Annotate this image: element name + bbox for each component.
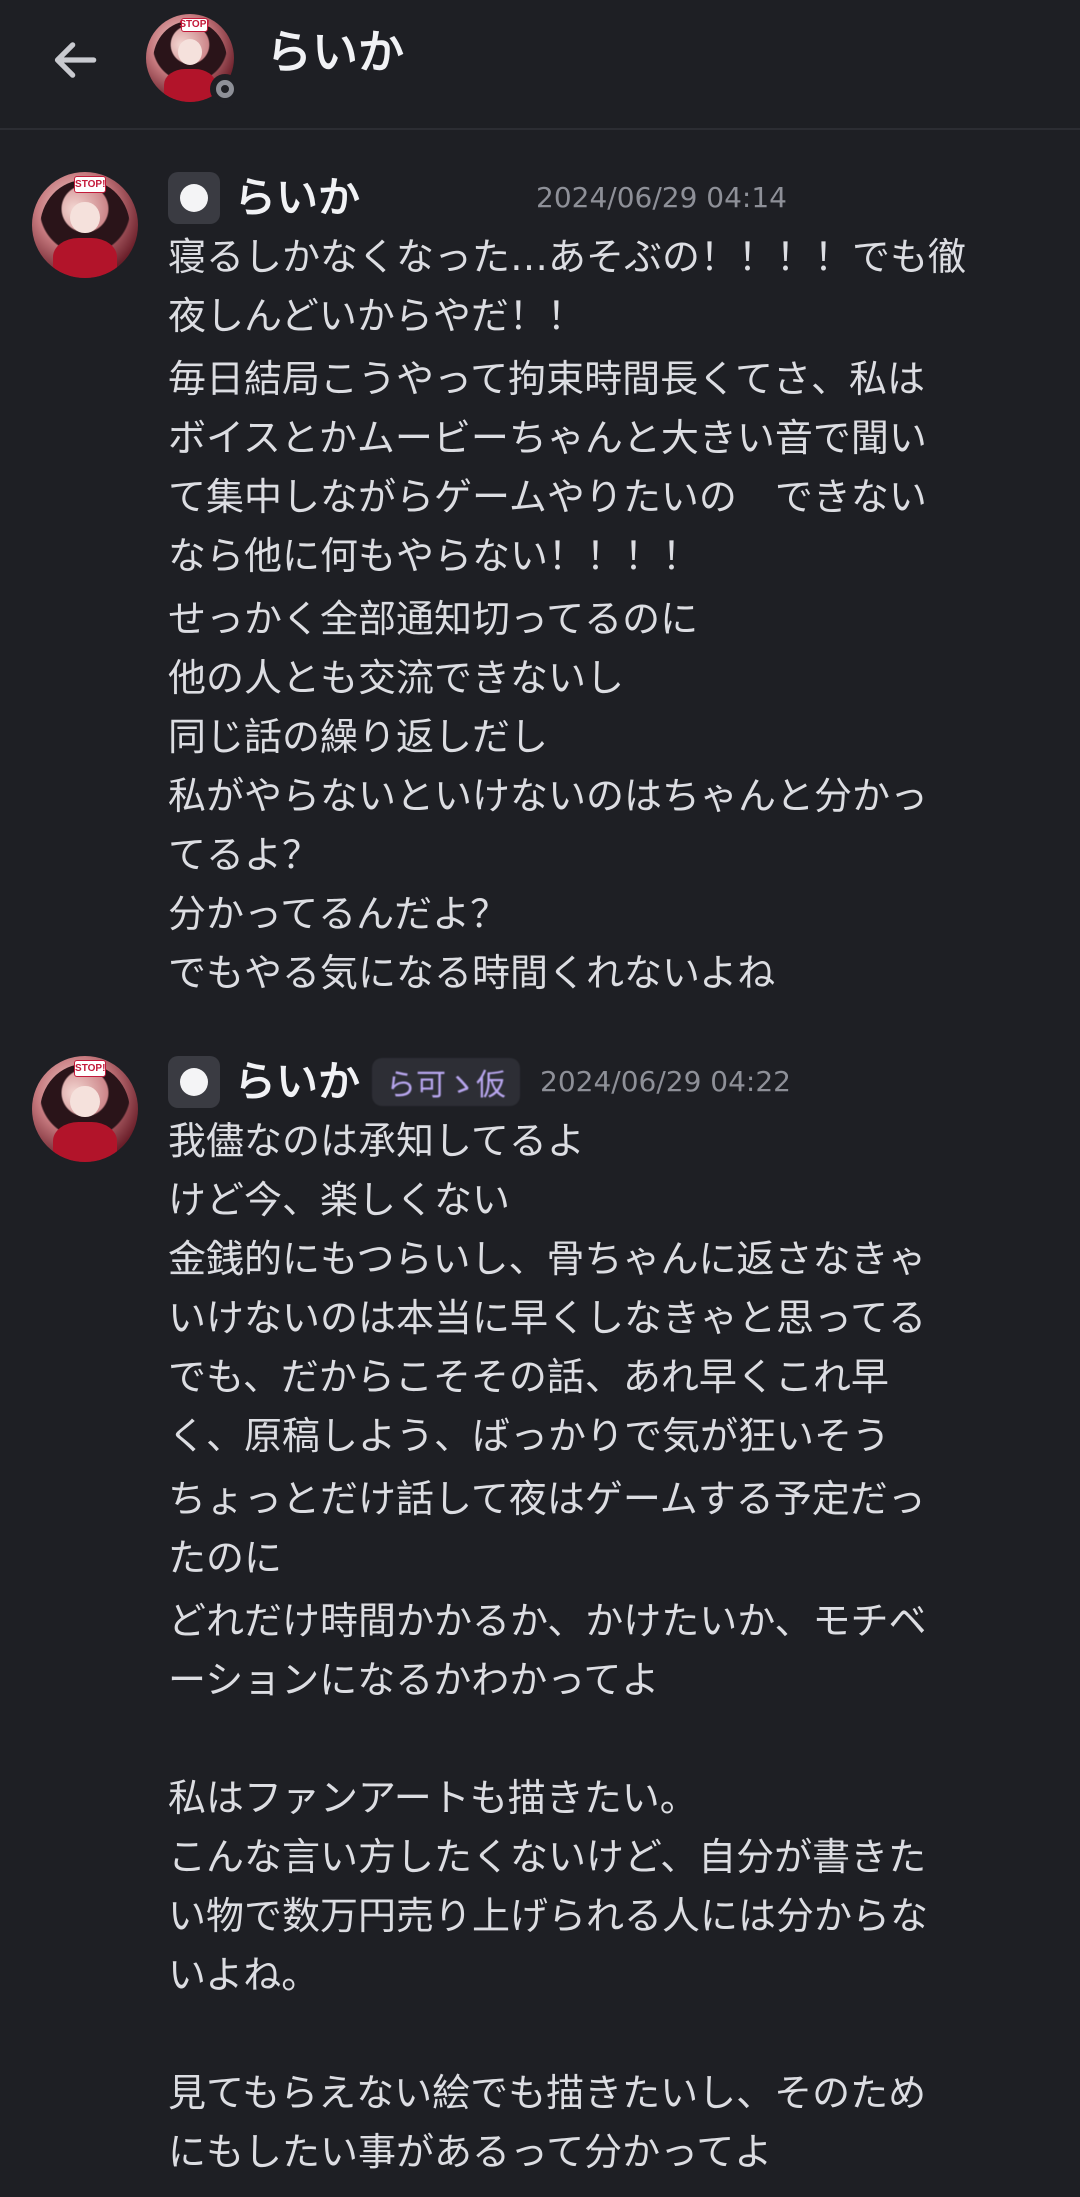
header-avatar[interactable]: STOP! — [146, 14, 240, 104]
role-icon — [168, 172, 220, 224]
arrow-left-icon — [54, 42, 97, 78]
message-avatar[interactable]: STOP! — [32, 172, 138, 278]
role-icon — [168, 1056, 220, 1108]
avatar: STOP! — [32, 1056, 138, 1162]
message-content: 寝るしかなくなった…あそぶの！！！！でも徹 夜しんどいからやだ！！ 毎日結局こう… — [168, 228, 1048, 1007]
chat-header: STOP! らいか — [0, 0, 1080, 130]
message-text: 我儘なのは承知してるよ けど今、楽しくない 金銭的にもつらいし、骨ちゃんに返さな… — [168, 1119, 927, 1458]
author-name[interactable]: らいか — [234, 1052, 360, 1112]
channel-title[interactable]: らいか — [266, 22, 404, 82]
message-header: らいか 2024/06/29 04:14 — [168, 168, 787, 228]
avatar: STOP! — [32, 172, 138, 278]
message-content: 我儘なのは承知してるよ けど今、楽しくない 金銭的にもつらいし、骨ちゃんに返さな… — [168, 1112, 1048, 2186]
message-text: 毎日結局こうやって拘束時間長くてさ、私は ボイスとかムービーちゃんと大きい音で聞… — [168, 357, 927, 578]
author-name[interactable]: らいか — [234, 168, 360, 228]
message-avatar[interactable]: STOP! — [32, 1056, 138, 1162]
user-tag[interactable]: ら可ゝ仮 — [372, 1058, 521, 1106]
message-text: ちょっとだけ話して夜はゲームする予定だっ たのに — [168, 1477, 926, 1580]
message-timestamp: 2024/06/29 04:22 — [540, 1065, 791, 1098]
message-text: 寝るしかなくなった…あそぶの！！！！でも徹 夜しんどいからやだ！！ — [168, 235, 967, 338]
back-button[interactable] — [40, 25, 110, 95]
message-text: どれだけ時間かかるか、かけたいか、モチベ ーションになるかわかってよ 私はファン… — [168, 1599, 929, 2174]
avatar-stop-sign: STOP! — [74, 1060, 107, 1078]
message-timestamp: 2024/06/29 04:14 — [536, 181, 787, 214]
status-indicator — [210, 74, 240, 104]
message-header: らいか ら可ゝ仮 2024/06/29 04:22 — [168, 1052, 791, 1112]
avatar-stop-sign: STOP! — [74, 176, 107, 194]
message-text: せっかく全部通知切ってるのに 他の人とも交流できないし 同じ話の繰り返しだし 私… — [168, 597, 929, 995]
avatar-stop-sign: STOP! — [179, 17, 210, 32]
